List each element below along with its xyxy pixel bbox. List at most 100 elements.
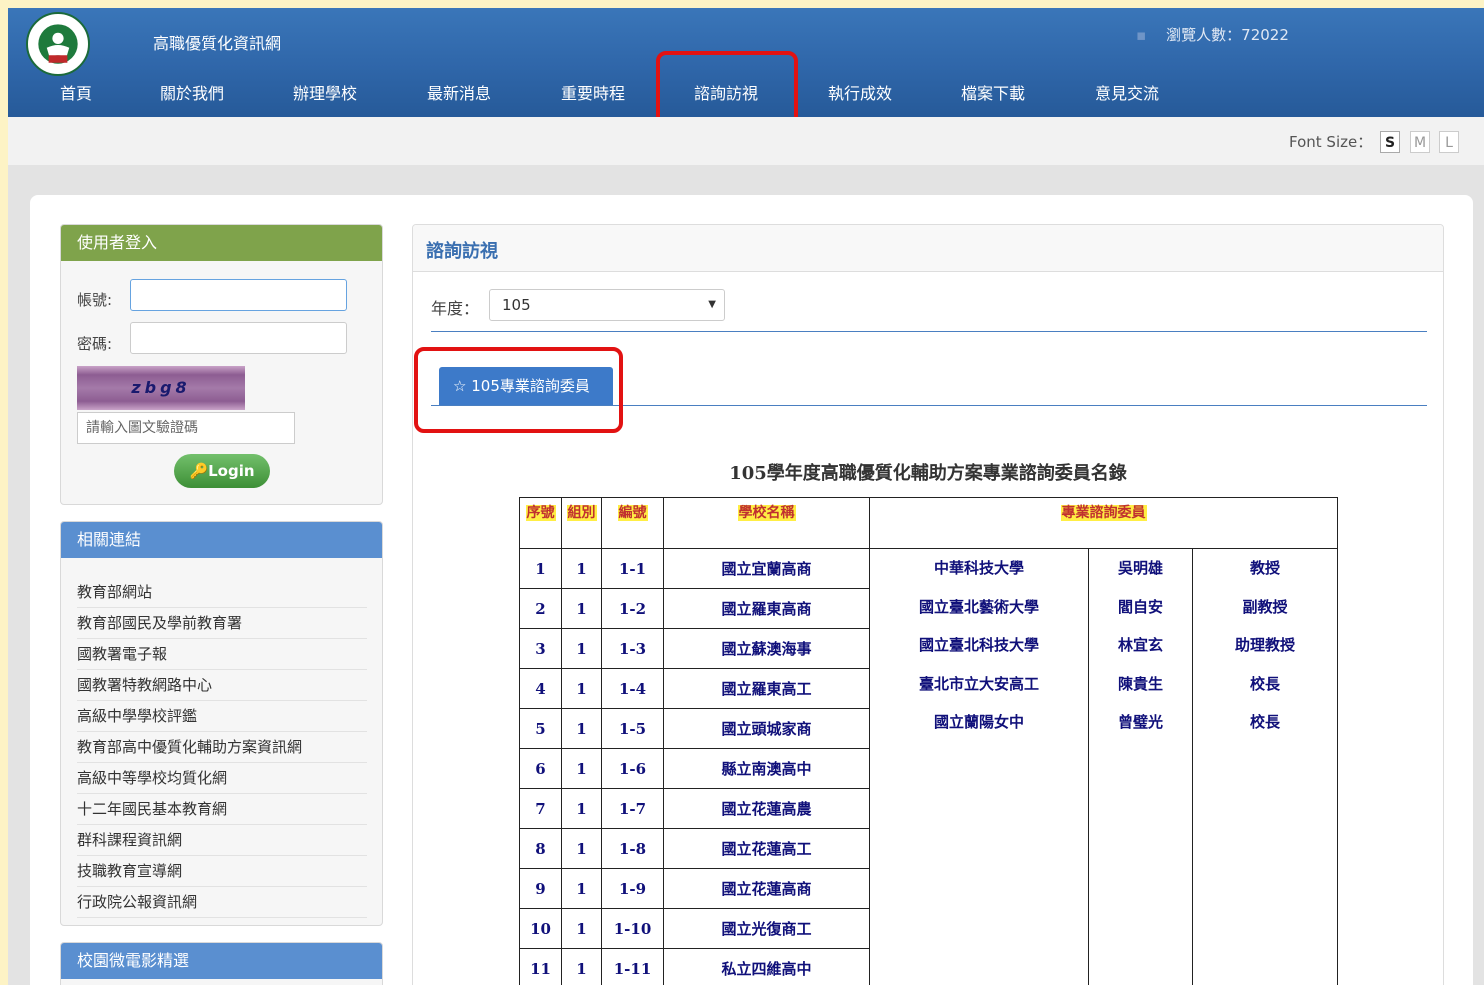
login-panel: 使用者登入 帳號: 密碼: zbg8 請輸入圖文驗證碼 🔑Login bbox=[60, 224, 383, 505]
table-header-row: 序號 組別 編號 學校名稱 專業諮詢委員 bbox=[519, 497, 1338, 549]
consultant-name: 吳明雄 bbox=[1117, 559, 1163, 577]
cell-code: 1-4 bbox=[601, 668, 664, 709]
year-select[interactable]: 105 ▼ bbox=[489, 289, 725, 321]
visitor-counter: ▪ 瀏覽人數：72022 bbox=[1136, 24, 1289, 45]
consultant-org-column: 中華科技大學 國立臺北藝術大學 國立臺北科技大學 臺北市立大安高工 國立蘭陽女中 bbox=[870, 549, 1089, 985]
font-size-bar: Font Size： S M L bbox=[8, 117, 1484, 165]
cell-code: 1-10 bbox=[601, 908, 664, 949]
header-seq-text: 序號 bbox=[525, 505, 556, 521]
consultant-name: 閻自安 bbox=[1117, 597, 1163, 616]
cell-seq: 3 bbox=[519, 628, 562, 669]
table-row: 1 1 1-1 國立宜蘭高商 中華科技大學 國立臺北藝術大學 國立臺北科技大學 … bbox=[519, 548, 1338, 985]
related-links-list: 教育部網站 教育部國民及學前教育署 國教署電子報 國教署特教網路中心 高級中學學… bbox=[77, 577, 367, 918]
cell-group: 1 bbox=[561, 948, 602, 985]
cell-group: 1 bbox=[561, 548, 602, 589]
nav-home[interactable]: 首頁 bbox=[60, 81, 92, 117]
main-nav: 首頁 關於我們 辦理學校 最新消息 重要時程 諮詢訪視 執行成效 檔案下載 意見… bbox=[8, 81, 1484, 117]
nav-results[interactable]: 執行成效 bbox=[828, 81, 892, 117]
consultant-name: 陳貴生 bbox=[1117, 674, 1163, 693]
login-panel-title: 使用者登入 bbox=[61, 225, 382, 261]
password-input[interactable] bbox=[130, 322, 347, 354]
link-item[interactable]: 教育部高中優質化輔助方案資訊網 bbox=[77, 732, 367, 763]
nav-schools[interactable]: 辦理學校 bbox=[293, 81, 357, 117]
font-size-large-button[interactable]: L bbox=[1439, 131, 1459, 153]
link-item[interactable]: 技職教育宣導網 bbox=[77, 856, 367, 887]
cell-group: 1 bbox=[561, 828, 602, 869]
nav-schedule[interactable]: 重要時程 bbox=[561, 81, 625, 117]
related-links-title: 相關連結 bbox=[61, 522, 382, 558]
related-links-panel: 相關連結 教育部網站 教育部國民及學前教育署 國教署電子報 國教署特教網路中心 … bbox=[60, 521, 383, 926]
campus-video-title: 校園微電影精選 bbox=[61, 943, 382, 979]
font-size-small-button[interactable]: S bbox=[1380, 131, 1400, 153]
account-input[interactable] bbox=[130, 279, 347, 311]
consultant-members-cell: 中華科技大學 國立臺北藝術大學 國立臺北科技大學 臺北市立大安高工 國立蘭陽女中… bbox=[869, 548, 1338, 985]
cell-group: 1 bbox=[561, 668, 602, 709]
header-school: 學校名稱 bbox=[663, 497, 870, 549]
link-item[interactable]: 十二年國民基本教育網 bbox=[77, 794, 367, 825]
tab-label: 105專業諮詢委員 bbox=[471, 377, 590, 395]
header-code-text: 編號 bbox=[617, 505, 648, 521]
cell-school: 國立花蓮高商 bbox=[663, 868, 870, 909]
cell-school: 國立宜蘭高商 bbox=[663, 548, 870, 589]
link-item[interactable]: 群科課程資訊網 bbox=[77, 825, 367, 856]
link-item[interactable]: 高級中等學校均質化網 bbox=[77, 763, 367, 794]
header-consultant-text: 專業諮詢委員 bbox=[1060, 505, 1147, 521]
login-button[interactable]: 🔑Login bbox=[174, 454, 270, 488]
consultation-title: 諮詢訪視 bbox=[426, 241, 498, 262]
nav-consultation[interactable]: 諮詢訪視 bbox=[694, 81, 758, 117]
consultant-name: 林宜玄 bbox=[1117, 636, 1163, 654]
cell-group: 1 bbox=[561, 708, 602, 749]
cell-school: 國立蘇澳海事 bbox=[663, 628, 870, 669]
cell-school: 私立四維高中 bbox=[663, 948, 870, 985]
tab-105-consultants[interactable]: ☆ 105專業諮詢委員 bbox=[439, 367, 613, 405]
link-item[interactable]: 行政院公報資訊網 bbox=[77, 887, 367, 918]
link-item[interactable]: 國教署電子報 bbox=[77, 639, 367, 670]
visitor-count-text: 瀏覽人數：72022 bbox=[1166, 26, 1289, 44]
font-size-label: Font Size： bbox=[1289, 133, 1373, 151]
cell-seq: 1 bbox=[519, 548, 562, 589]
chevron-down-icon: ▼ bbox=[708, 299, 716, 310]
cell-code: 1-5 bbox=[601, 708, 664, 749]
table-title: 105學年度高職優質化輔助方案專業諮詢委員名錄 bbox=[729, 463, 1127, 484]
captcha-input[interactable]: 請輸入圖文驗證碼 bbox=[77, 412, 295, 444]
nav-feedback[interactable]: 意見交流 bbox=[1095, 81, 1159, 117]
year-label: 年度： bbox=[431, 299, 480, 318]
cell-code: 1-7 bbox=[601, 788, 664, 829]
cell-school: 縣立南澳高中 bbox=[663, 748, 870, 789]
cell-seq: 4 bbox=[519, 668, 562, 709]
counter-bullet-icon: ▪ bbox=[1136, 26, 1147, 44]
cell-code: 1-6 bbox=[601, 748, 664, 789]
consultation-panel: 諮詢訪視 年度： 105 ▼ ☆ 105專業諮詢委員 105學年度高職優質化輔助… bbox=[412, 224, 1444, 985]
nav-news[interactable]: 最新消息 bbox=[427, 81, 491, 117]
consultant-title: 教授 bbox=[1249, 559, 1280, 577]
cell-school: 國立羅東高商 bbox=[663, 588, 870, 629]
cell-seq: 5 bbox=[519, 708, 562, 749]
font-size-medium-button[interactable]: M bbox=[1410, 131, 1430, 153]
header-school-text: 學校名稱 bbox=[737, 505, 796, 521]
link-item[interactable]: 教育部網站 bbox=[77, 577, 367, 608]
cell-group: 1 bbox=[561, 588, 602, 629]
account-label: 帳號: bbox=[77, 291, 113, 309]
ministry-logo[interactable] bbox=[26, 12, 90, 76]
site-title[interactable]: 高職優質化資訊網 bbox=[153, 30, 281, 54]
browser-viewport: 高職優質化資訊網 ▪ 瀏覽人數：72022 首頁 關於我們 辦理學校 最新消息 重… bbox=[8, 8, 1484, 985]
login-button-label: Login bbox=[208, 462, 255, 480]
consultant-title: 校長 bbox=[1249, 713, 1280, 731]
consultation-panel-header: 諮詢訪視 bbox=[413, 225, 1443, 272]
cell-seq: 10 bbox=[519, 908, 562, 949]
cell-school: 國立頭城家商 bbox=[663, 708, 870, 749]
cell-code: 1-1 bbox=[601, 548, 664, 589]
consultant-name-column: 吳明雄 閻自安 林宜玄 陳貴生 曾璧光 bbox=[1089, 549, 1193, 985]
site-header: 高職優質化資訊網 ▪ 瀏覽人數：72022 首頁 關於我們 辦理學校 最新消息 重… bbox=[8, 8, 1484, 117]
consultant-org: 臺北市立大安高工 bbox=[918, 674, 1039, 693]
consultant-org: 國立臺北科技大學 bbox=[918, 636, 1039, 654]
link-item[interactable]: 國教署特教網路中心 bbox=[77, 670, 367, 701]
cell-code: 1-8 bbox=[601, 828, 664, 869]
cell-school: 國立花蓮高農 bbox=[663, 788, 870, 829]
link-item[interactable]: 教育部國民及學前教育署 bbox=[77, 608, 367, 639]
nav-downloads[interactable]: 檔案下載 bbox=[961, 81, 1025, 117]
star-icon: ☆ bbox=[453, 377, 467, 395]
nav-about[interactable]: 關於我們 bbox=[160, 81, 224, 117]
link-item[interactable]: 高級中學學校評鑑 bbox=[77, 701, 367, 732]
cell-seq: 2 bbox=[519, 588, 562, 629]
